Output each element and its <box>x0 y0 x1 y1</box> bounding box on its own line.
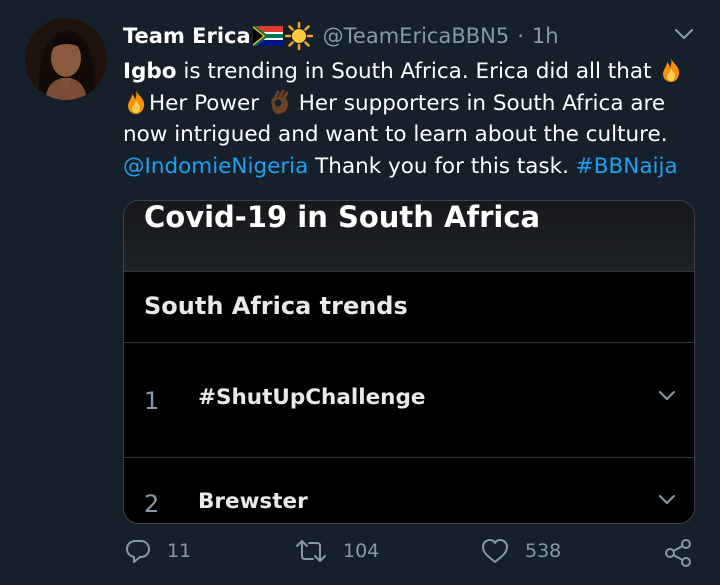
trends-header: South Africa trends <box>124 272 694 343</box>
tweet-header: Team Erica @TeamEricaBBN5 · 1h <box>123 20 559 52</box>
timestamp[interactable]: 1h <box>532 24 559 48</box>
retweet-button[interactable]: 104 <box>295 538 379 564</box>
ok-hand-icon <box>271 89 289 114</box>
text-part: Thank you for this task. <box>308 153 576 179</box>
south-africa-flag-icon <box>252 26 283 46</box>
share-icon <box>665 539 691 567</box>
trends-title: South Africa trends <box>144 292 408 320</box>
card-title: Covid-19 in South Africa <box>144 200 541 234</box>
embedded-image[interactable]: Covid-19 in South Africa South Africa tr… <box>123 200 695 524</box>
display-name[interactable]: Team Erica <box>123 24 251 48</box>
tweet-text: Igbo is trending in South Africa. Erica … <box>123 56 703 182</box>
reply-count: 11 <box>167 540 192 562</box>
card-header: Covid-19 in South Africa <box>124 201 694 272</box>
trend-name: #ShutUpChallenge <box>198 385 426 410</box>
fire-icon <box>128 89 145 114</box>
sun-icon <box>284 22 313 50</box>
like-button[interactable]: 538 <box>481 538 561 564</box>
fire-icon <box>663 58 680 82</box>
chevron-down-icon[interactable] <box>674 27 694 41</box>
trend-rank: 1 <box>144 387 160 415</box>
chevron-down-icon[interactable] <box>658 494 676 506</box>
like-count: 538 <box>525 540 562 562</box>
bold-word: Igbo <box>123 59 177 84</box>
handle[interactable]: @TeamEricaBBN5 <box>323 24 510 48</box>
mention-link[interactable]: @IndomieNigeria <box>123 154 308 179</box>
avatar[interactable] <box>25 18 107 100</box>
hashtag-link[interactable]: #BBNaija <box>576 154 678 179</box>
avatar-image <box>25 18 107 100</box>
separator: · <box>517 24 524 48</box>
trend-row[interactable]: 2 Brewster <box>124 458 694 523</box>
retweet-count: 104 <box>343 540 380 562</box>
like-icon <box>482 539 508 563</box>
reply-button[interactable]: 11 <box>125 538 191 564</box>
trend-row[interactable]: 1 #ShutUpChallenge <box>124 343 694 458</box>
retweet-icon <box>296 540 326 562</box>
trend-name: Brewster <box>198 489 308 514</box>
reply-icon <box>126 540 150 563</box>
chevron-down-icon[interactable] <box>658 390 676 402</box>
trend-rank: 2 <box>144 490 160 518</box>
share-button[interactable] <box>664 538 692 568</box>
text-part: Her Power <box>149 90 266 116</box>
text-part: is trending in South Africa. Erica did a… <box>176 59 659 84</box>
